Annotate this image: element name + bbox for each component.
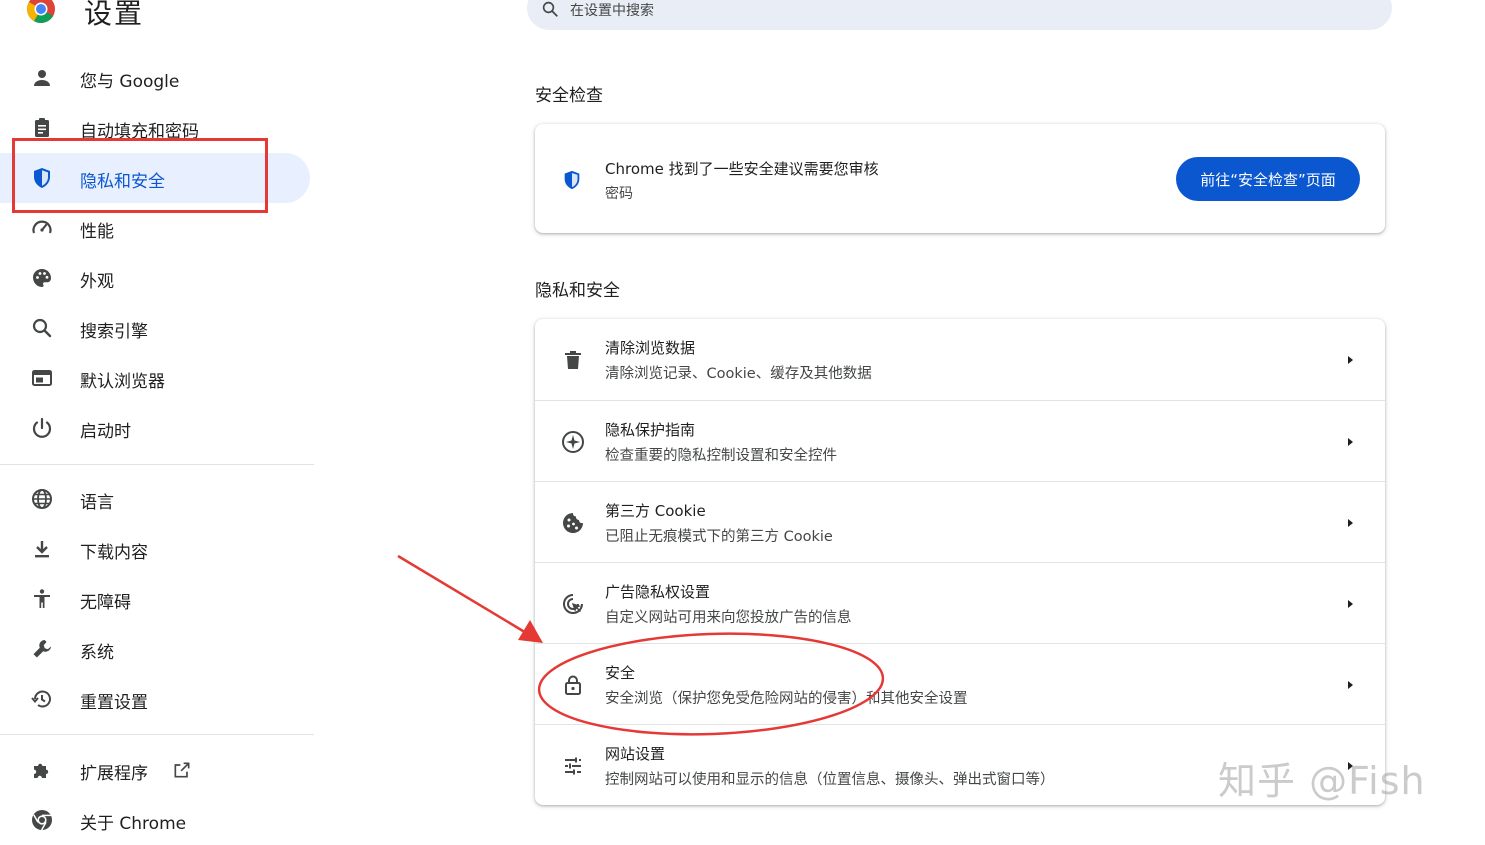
watermark: 知乎 @Fish: [1218, 759, 1426, 803]
row-title: 第三方 Cookie: [605, 502, 706, 520]
annotation-arrow: [397, 554, 543, 643]
sidebar-item-you-and-google[interactable]: 您与 Google: [0, 53, 310, 103]
row-privacy-guide[interactable]: 隐私保护指南 检查重要的隐私控制设置和安全控件: [535, 400, 1385, 482]
sidebar-item-default-browser[interactable]: 默认浏览器: [0, 353, 310, 403]
cookie-icon: [561, 511, 585, 535]
sidebar-item-extensions[interactable]: 扩展程序: [0, 745, 310, 795]
sidebar-item-label: 性能: [80, 222, 114, 242]
safety-check-detail: 密码: [605, 186, 633, 202]
open-in-new-icon: [172, 760, 192, 784]
sidebar-item-system[interactable]: 系统: [0, 624, 310, 674]
safety-check-message: Chrome 找到了一些安全建议需要您审核: [605, 160, 879, 178]
puzzle-icon: [30, 758, 54, 782]
globe-icon: [30, 487, 54, 511]
chrome-icon: [30, 808, 54, 832]
row-title: 安全: [605, 664, 636, 682]
power-icon: [30, 416, 54, 440]
sliders-icon: [561, 754, 585, 778]
sidebar-item-label: 系统: [80, 643, 114, 663]
sidebar-item-label: 语言: [80, 493, 114, 513]
row-title: 隐私保护指南: [605, 421, 696, 439]
chevron-right-icon: [1343, 596, 1357, 615]
browser-window-icon: [30, 366, 54, 390]
row-subtitle: 已阻止无痕模式下的第三方 Cookie: [605, 529, 833, 545]
palette-icon: [30, 266, 54, 290]
row-title: 清除浏览数据: [605, 339, 696, 357]
row-subtitle: 安全浏览（保护您免受危险网站的侵害）和其他安全设置: [605, 691, 968, 707]
annotation-highlight-box: [12, 138, 268, 213]
row-security[interactable]: 安全 安全浏览（保护您免受危险网站的侵害）和其他安全设置: [535, 643, 1385, 725]
go-to-safety-check-button[interactable]: 前往“安全检查”页面: [1176, 157, 1360, 201]
row-clear-browsing-data[interactable]: 清除浏览数据 清除浏览记录、Cookie、缓存及其他数据: [535, 319, 1385, 400]
sidebar-item-label: 您与 Google: [80, 72, 180, 92]
sidebar-item-label: 默认浏览器: [80, 372, 165, 392]
sidebar-item-label: 搜索引擎: [80, 322, 148, 342]
sidebar-item-label: 外观: [80, 272, 114, 292]
wrench-icon: [30, 637, 54, 661]
row-title: 网站设置: [605, 745, 666, 763]
row-subtitle: 控制网站可以使用和显示的信息（位置信息、摄像头、弹出式窗口等）: [605, 772, 1055, 788]
settings-search-bar[interactable]: 在设置中搜索: [527, 0, 1392, 30]
sidebar-item-label: 关于 Chrome: [80, 814, 187, 834]
trash-icon: [561, 348, 585, 372]
privacy-card: 清除浏览数据 清除浏览记录、Cookie、缓存及其他数据 隐私保护指南 检查重要…: [535, 319, 1385, 805]
sidebar-item-search-engine[interactable]: 搜索引擎: [0, 303, 310, 353]
sidebar-item-appearance[interactable]: 外观: [0, 253, 310, 303]
accessibility-icon: [30, 587, 54, 611]
chevron-right-icon: [1343, 352, 1357, 371]
safety-check-card: Chrome 找到了一些安全建议需要您审核 密码 前往“安全检查”页面: [535, 124, 1385, 233]
row-third-party-cookies[interactable]: 第三方 Cookie 已阻止无痕模式下的第三方 Cookie: [535, 481, 1385, 563]
sidebar-item-downloads[interactable]: 下载内容: [0, 524, 310, 574]
chevron-right-icon: [1343, 434, 1357, 453]
compass-icon: [561, 430, 585, 454]
sidebar-item-label: 下载内容: [80, 543, 148, 563]
clipboard-icon: [30, 116, 54, 140]
sidebar-item-label: 扩展程序: [80, 764, 148, 784]
row-subtitle: 检查重要的隐私控制设置和安全控件: [605, 448, 837, 464]
row-subtitle: 自定义网站可用来向您投放广告的信息: [605, 610, 852, 626]
sidebar-item-label: 无障碍: [80, 593, 131, 613]
sidebar-item-languages[interactable]: 语言: [0, 474, 310, 524]
privacy-section-title: 隐私和安全: [535, 281, 620, 301]
sidebar: 您与 Google 自动填充和密码 隐私和安全 性能 外观 搜索引擎 默认浏览器…: [0, 0, 320, 836]
search-input-placeholder: 在设置中搜索: [570, 3, 654, 19]
sidebar-item-label: 启动时: [80, 422, 131, 442]
sidebar-item-about-chrome[interactable]: 关于 Chrome: [0, 795, 310, 845]
sidebar-divider: [0, 734, 314, 735]
lock-icon: [561, 673, 585, 697]
search-icon: [30, 316, 54, 340]
chevron-right-icon: [1343, 515, 1357, 534]
history-icon: [30, 687, 54, 711]
row-subtitle: 清除浏览记录、Cookie、缓存及其他数据: [605, 366, 872, 382]
safety-check-title: 安全检查: [535, 86, 603, 106]
person-icon: [30, 66, 54, 90]
row-ad-privacy[interactable]: 广告隐私权设置 自定义网站可用来向您投放广告的信息: [535, 562, 1385, 644]
sidebar-item-on-startup[interactable]: 启动时: [0, 403, 310, 453]
sidebar-item-label: 重置设置: [80, 693, 148, 713]
sidebar-divider: [0, 464, 314, 465]
speedometer-icon: [30, 216, 54, 240]
ad-privacy-icon: [561, 592, 585, 616]
search-icon: [541, 0, 559, 22]
sidebar-item-accessibility[interactable]: 无障碍: [0, 574, 310, 624]
download-icon: [30, 537, 54, 561]
shield-icon: [561, 168, 583, 196]
sidebar-item-reset-settings[interactable]: 重置设置: [0, 674, 310, 724]
chevron-right-icon: [1343, 677, 1357, 696]
row-title: 广告隐私权设置: [605, 583, 711, 601]
